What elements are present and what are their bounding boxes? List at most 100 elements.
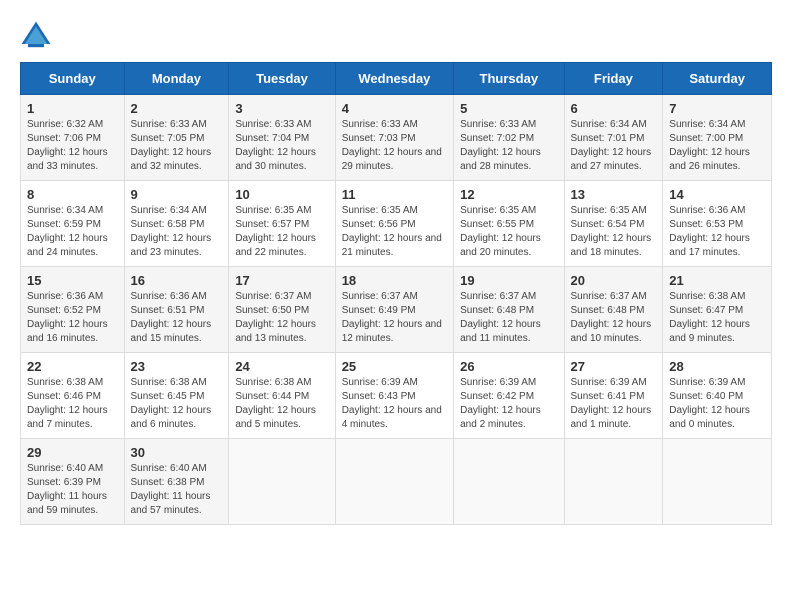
day-info: Sunrise: 6:34 AM Sunset: 6:58 PM Dayligh…	[131, 204, 223, 260]
day-number: 1	[27, 101, 118, 116]
calendar-table: Sunday Monday Tuesday Wednesday Thursday…	[20, 62, 772, 525]
daylight-text: Daylight: 12 hours and 33 minutes.	[27, 147, 108, 172]
day-info: Sunrise: 6:36 AM Sunset: 6:52 PM Dayligh…	[27, 290, 118, 346]
daylight-text: Daylight: 12 hours and 18 minutes.	[571, 233, 652, 258]
daylight-text: Daylight: 12 hours and 1 minute.	[571, 405, 652, 430]
daylight-text: Daylight: 12 hours and 6 minutes.	[131, 405, 212, 430]
sunrise-text: Sunrise: 6:36 AM	[669, 205, 745, 216]
calendar-cell: 2 Sunrise: 6:33 AM Sunset: 7:05 PM Dayli…	[124, 95, 229, 181]
sunset-text: Sunset: 6:50 PM	[235, 305, 309, 316]
sunrise-text: Sunrise: 6:33 AM	[460, 119, 536, 130]
daylight-text: Daylight: 12 hours and 12 minutes.	[342, 319, 442, 344]
day-info: Sunrise: 6:33 AM Sunset: 7:02 PM Dayligh…	[460, 118, 557, 174]
calendar-cell: 1 Sunrise: 6:32 AM Sunset: 7:06 PM Dayli…	[21, 95, 125, 181]
sunrise-text: Sunrise: 6:39 AM	[669, 377, 745, 388]
day-info: Sunrise: 6:35 AM Sunset: 6:57 PM Dayligh…	[235, 204, 328, 260]
sunrise-text: Sunrise: 6:36 AM	[131, 291, 207, 302]
sunset-text: Sunset: 6:58 PM	[131, 219, 205, 230]
calendar-cell: 12 Sunrise: 6:35 AM Sunset: 6:55 PM Dayl…	[454, 181, 564, 267]
day-info: Sunrise: 6:37 AM Sunset: 6:49 PM Dayligh…	[342, 290, 447, 346]
day-info: Sunrise: 6:34 AM Sunset: 7:00 PM Dayligh…	[669, 118, 765, 174]
daylight-text: Daylight: 12 hours and 26 minutes.	[669, 147, 750, 172]
day-info: Sunrise: 6:33 AM Sunset: 7:04 PM Dayligh…	[235, 118, 328, 174]
daylight-text: Daylight: 12 hours and 2 minutes.	[460, 405, 541, 430]
sunset-text: Sunset: 6:57 PM	[235, 219, 309, 230]
sunset-text: Sunset: 6:55 PM	[460, 219, 534, 230]
sunset-text: Sunset: 6:44 PM	[235, 391, 309, 402]
day-info: Sunrise: 6:32 AM Sunset: 7:06 PM Dayligh…	[27, 118, 118, 174]
day-info: Sunrise: 6:37 AM Sunset: 6:48 PM Dayligh…	[571, 290, 657, 346]
sunset-text: Sunset: 6:53 PM	[669, 219, 743, 230]
calendar-cell: 14 Sunrise: 6:36 AM Sunset: 6:53 PM Dayl…	[663, 181, 772, 267]
day-number: 26	[460, 359, 557, 374]
day-number: 19	[460, 273, 557, 288]
calendar-cell: 28 Sunrise: 6:39 AM Sunset: 6:40 PM Dayl…	[663, 353, 772, 439]
sunrise-text: Sunrise: 6:39 AM	[571, 377, 647, 388]
sunrise-text: Sunrise: 6:34 AM	[669, 119, 745, 130]
page-header	[20, 20, 772, 52]
calendar-cell: 30 Sunrise: 6:40 AM Sunset: 6:38 PM Dayl…	[124, 439, 229, 525]
daylight-text: Daylight: 12 hours and 22 minutes.	[235, 233, 316, 258]
sunset-text: Sunset: 6:47 PM	[669, 305, 743, 316]
sunrise-text: Sunrise: 6:33 AM	[131, 119, 207, 130]
day-number: 16	[131, 273, 223, 288]
daylight-text: Daylight: 12 hours and 11 minutes.	[460, 319, 541, 344]
calendar-header: Sunday Monday Tuesday Wednesday Thursday…	[21, 63, 772, 95]
day-info: Sunrise: 6:39 AM Sunset: 6:40 PM Dayligh…	[669, 376, 765, 432]
day-info: Sunrise: 6:35 AM Sunset: 6:55 PM Dayligh…	[460, 204, 557, 260]
day-number: 2	[131, 101, 223, 116]
daylight-text: Daylight: 12 hours and 7 minutes.	[27, 405, 108, 430]
daylight-text: Daylight: 12 hours and 9 minutes.	[669, 319, 750, 344]
day-info: Sunrise: 6:38 AM Sunset: 6:46 PM Dayligh…	[27, 376, 118, 432]
daylight-text: Daylight: 12 hours and 5 minutes.	[235, 405, 316, 430]
sunset-text: Sunset: 6:39 PM	[27, 477, 101, 488]
sunset-text: Sunset: 6:59 PM	[27, 219, 101, 230]
logo	[20, 20, 56, 52]
day-number: 14	[669, 187, 765, 202]
sunrise-text: Sunrise: 6:35 AM	[235, 205, 311, 216]
sunrise-text: Sunrise: 6:38 AM	[27, 377, 103, 388]
calendar-cell: 5 Sunrise: 6:33 AM Sunset: 7:02 PM Dayli…	[454, 95, 564, 181]
sunrise-text: Sunrise: 6:35 AM	[460, 205, 536, 216]
sunset-text: Sunset: 6:42 PM	[460, 391, 534, 402]
day-number: 4	[342, 101, 447, 116]
sunrise-text: Sunrise: 6:35 AM	[342, 205, 418, 216]
sunrise-text: Sunrise: 6:37 AM	[571, 291, 647, 302]
day-info: Sunrise: 6:37 AM Sunset: 6:48 PM Dayligh…	[460, 290, 557, 346]
daylight-text: Daylight: 11 hours and 59 minutes.	[27, 491, 107, 516]
day-number: 15	[27, 273, 118, 288]
col-friday: Friday	[564, 63, 663, 95]
day-info: Sunrise: 6:38 AM Sunset: 6:45 PM Dayligh…	[131, 376, 223, 432]
daylight-text: Daylight: 12 hours and 24 minutes.	[27, 233, 108, 258]
calendar-row: 29 Sunrise: 6:40 AM Sunset: 6:39 PM Dayl…	[21, 439, 772, 525]
calendar-row: 22 Sunrise: 6:38 AM Sunset: 6:46 PM Dayl…	[21, 353, 772, 439]
sunset-text: Sunset: 6:40 PM	[669, 391, 743, 402]
daylight-text: Daylight: 12 hours and 16 minutes.	[27, 319, 108, 344]
calendar-cell	[564, 439, 663, 525]
day-number: 21	[669, 273, 765, 288]
day-info: Sunrise: 6:37 AM Sunset: 6:50 PM Dayligh…	[235, 290, 328, 346]
daylight-text: Daylight: 12 hours and 32 minutes.	[131, 147, 212, 172]
calendar-cell: 26 Sunrise: 6:39 AM Sunset: 6:42 PM Dayl…	[454, 353, 564, 439]
sunrise-text: Sunrise: 6:34 AM	[131, 205, 207, 216]
calendar-cell: 9 Sunrise: 6:34 AM Sunset: 6:58 PM Dayli…	[124, 181, 229, 267]
sunset-text: Sunset: 6:51 PM	[131, 305, 205, 316]
calendar-cell: 13 Sunrise: 6:35 AM Sunset: 6:54 PM Dayl…	[564, 181, 663, 267]
sunrise-text: Sunrise: 6:38 AM	[669, 291, 745, 302]
day-number: 23	[131, 359, 223, 374]
day-info: Sunrise: 6:39 AM Sunset: 6:41 PM Dayligh…	[571, 376, 657, 432]
day-number: 3	[235, 101, 328, 116]
calendar-cell: 11 Sunrise: 6:35 AM Sunset: 6:56 PM Dayl…	[335, 181, 453, 267]
daylight-text: Daylight: 12 hours and 20 minutes.	[460, 233, 541, 258]
daylight-text: Daylight: 12 hours and 17 minutes.	[669, 233, 750, 258]
day-info: Sunrise: 6:39 AM Sunset: 6:42 PM Dayligh…	[460, 376, 557, 432]
day-info: Sunrise: 6:35 AM Sunset: 6:54 PM Dayligh…	[571, 204, 657, 260]
daylight-text: Daylight: 12 hours and 29 minutes.	[342, 147, 442, 172]
day-info: Sunrise: 6:36 AM Sunset: 6:51 PM Dayligh…	[131, 290, 223, 346]
day-info: Sunrise: 6:39 AM Sunset: 6:43 PM Dayligh…	[342, 376, 447, 432]
day-number: 30	[131, 445, 223, 460]
sunset-text: Sunset: 7:05 PM	[131, 133, 205, 144]
day-number: 28	[669, 359, 765, 374]
sunset-text: Sunset: 6:38 PM	[131, 477, 205, 488]
sunrise-text: Sunrise: 6:38 AM	[235, 377, 311, 388]
